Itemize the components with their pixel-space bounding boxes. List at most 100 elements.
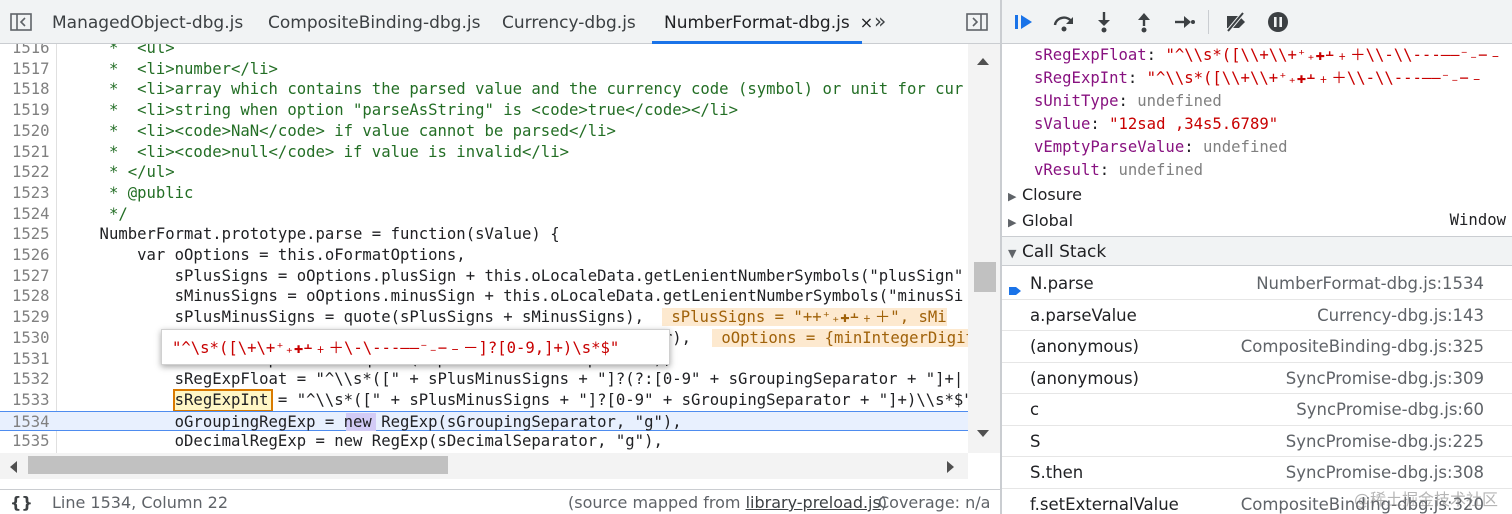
scope-global[interactable]: ▶ Global Window bbox=[1008, 211, 1506, 230]
call-frame[interactable]: c SyncPromise-dbg.js:60 bbox=[1002, 394, 1512, 426]
line-number[interactable]: 1521 bbox=[0, 142, 56, 163]
step-into-icon[interactable] bbox=[1092, 10, 1116, 34]
code-text: oGroupingRegExp = new RegExp(sGroupingSe… bbox=[62, 412, 682, 431]
line-number[interactable]: 1535 bbox=[0, 431, 56, 452]
deactivate-breakpoints-icon[interactable] bbox=[1224, 10, 1248, 34]
code-text: */ bbox=[62, 204, 128, 223]
step-icon[interactable] bbox=[1172, 10, 1196, 34]
line-number[interactable]: 1523 bbox=[0, 183, 56, 204]
line-number[interactable]: 1520 bbox=[0, 121, 56, 142]
line-number[interactable]: 1527 bbox=[0, 266, 56, 287]
frame-function: (anonymous) bbox=[1030, 368, 1139, 388]
line-number[interactable]: 1524 bbox=[0, 204, 56, 225]
line-number[interactable]: 1528 bbox=[0, 286, 56, 307]
var-name: sValue bbox=[1034, 115, 1091, 133]
code-line[interactable]: 1523 * @public bbox=[0, 183, 968, 204]
collapse-triangle-icon: ▼ bbox=[1008, 247, 1017, 260]
step-over-icon[interactable] bbox=[1052, 10, 1076, 34]
vertical-scroll-thumb[interactable] bbox=[974, 262, 996, 292]
scope-var[interactable]: vResult: undefined bbox=[1034, 159, 1512, 182]
var-name: vEmptyParseValue bbox=[1034, 138, 1185, 156]
code-line[interactable]: 1527 sPlusSigns = oOptions.plusSign + th… bbox=[0, 266, 968, 287]
code-line[interactable]: 1535 oDecimalRegExp = new RegExp(sDecima… bbox=[0, 431, 968, 452]
pretty-print-icon[interactable]: {} bbox=[10, 490, 33, 514]
line-number[interactable]: 1531 bbox=[0, 349, 56, 370]
frame-location[interactable]: Currency-dbg.js:143 bbox=[1317, 300, 1484, 332]
frame-function: a.parseValue bbox=[1030, 305, 1137, 325]
code-line[interactable]: 1517 * <li>number</li> bbox=[0, 59, 968, 80]
scope-closure[interactable]: ▶ Closure bbox=[1008, 185, 1082, 204]
call-frame[interactable]: S SyncPromise-dbg.js:225 bbox=[1002, 426, 1512, 458]
frame-location[interactable]: SyncPromise-dbg.js:308 bbox=[1286, 457, 1484, 489]
status-bar: {} Line 1534, Column 22 (source mapped f… bbox=[0, 489, 1000, 514]
code-line[interactable]: 1528 sMinusSigns = oOptions.minusSign + … bbox=[0, 286, 968, 307]
scroll-up-icon[interactable] bbox=[976, 56, 990, 66]
code-line[interactable]: 1534 oGroupingRegExp = new RegExp(sGroup… bbox=[0, 410, 968, 433]
call-frame[interactable]: a.parseValue Currency-dbg.js:143 bbox=[1002, 300, 1512, 332]
code-line[interactable]: 1529 sPlusMinusSigns = quote(sPlusSigns … bbox=[0, 307, 968, 328]
scope-var[interactable]: sRegExpInt: "^\\s*([\\+\\+⁺₊✚﬩﹢＋\\-\\-‐‑… bbox=[1034, 67, 1512, 90]
resume-icon[interactable] bbox=[1012, 10, 1036, 34]
code-line[interactable]: 1516 * <ul> bbox=[0, 44, 968, 59]
frame-function: S bbox=[1030, 431, 1041, 451]
line-number[interactable]: 1534 bbox=[0, 412, 56, 433]
line-number[interactable]: 1529 bbox=[0, 307, 56, 328]
step-out-icon[interactable] bbox=[1132, 10, 1156, 34]
toggle-navigator-icon[interactable] bbox=[10, 12, 32, 32]
scope-var[interactable]: sRegExpFloat: "^\\s*([\\+\\+⁺₊✚﬩﹢＋\\-\\-… bbox=[1034, 44, 1512, 67]
tab-numberformat[interactable]: NumberFormat-dbg.js × bbox=[652, 0, 873, 44]
horizontal-scroll-thumb[interactable] bbox=[28, 456, 448, 474]
vertical-scrollbar[interactable] bbox=[968, 44, 1000, 453]
code-text: * <li>string when option "parseAsString"… bbox=[62, 101, 738, 120]
line-number[interactable]: 1530 bbox=[0, 328, 56, 349]
code-line[interactable]: 1520 * <li><code>NaN</code> if value can… bbox=[0, 121, 968, 142]
line-number[interactable]: 1518 bbox=[0, 79, 56, 100]
code-line[interactable]: 1522 * </ul> bbox=[0, 162, 968, 183]
line-number[interactable]: 1522 bbox=[0, 162, 56, 183]
scroll-left-icon[interactable] bbox=[8, 460, 18, 474]
source-map-link[interactable]: library-preload.js bbox=[746, 493, 881, 512]
code-line[interactable]: 1519 * <li>string when option "parseAsSt… bbox=[0, 100, 968, 121]
call-stack-header[interactable]: ▼ Call Stack bbox=[1002, 236, 1512, 266]
line-number[interactable]: 1519 bbox=[0, 100, 56, 121]
code-line[interactable]: 1532 sRegExpFloat = "^\\s*([" + sPlusMin… bbox=[0, 369, 968, 390]
code-line[interactable]: 1524 */ bbox=[0, 204, 968, 225]
tab-compositebinding[interactable]: CompositeBinding-dbg.js bbox=[268, 0, 480, 44]
call-frame[interactable]: N.parse NumberFormat-dbg.js:1534 bbox=[1002, 268, 1512, 300]
line-number[interactable]: 1525 bbox=[0, 224, 56, 245]
line-number[interactable]: 1526 bbox=[0, 245, 56, 266]
scope-var[interactable]: sValue: "12sad ,34s5.6789" bbox=[1034, 113, 1512, 136]
code-line[interactable]: 1521 * <li><code>null</code> if value is… bbox=[0, 142, 968, 163]
tab-currency[interactable]: Currency-dbg.js bbox=[502, 0, 636, 44]
pause-on-exceptions-icon[interactable] bbox=[1266, 10, 1290, 34]
code-editor[interactable]: 1516 * <ul> 1517 * <li>number</li> 1518 * … bbox=[0, 44, 968, 453]
frame-location[interactable]: SyncPromise-dbg.js:309 bbox=[1286, 363, 1484, 395]
code-line[interactable]: 1518 * <li>array which contains the pars… bbox=[0, 79, 968, 100]
frame-location[interactable]: SyncPromise-dbg.js:225 bbox=[1286, 426, 1484, 458]
line-number[interactable]: 1517 bbox=[0, 59, 56, 80]
line-number[interactable]: 1516 bbox=[0, 44, 56, 59]
source-map-info: (source mapped from library-preload.js) bbox=[568, 490, 887, 514]
line-number[interactable]: 1533 bbox=[0, 390, 56, 411]
tab-managedobject[interactable]: ManagedObject-dbg.js bbox=[52, 0, 243, 44]
frame-location[interactable]: NumberFormat-dbg.js:1534 bbox=[1256, 268, 1484, 300]
code-line[interactable]: 1525 NumberFormat.prototype.parse = func… bbox=[0, 224, 968, 245]
call-frame[interactable]: (anonymous) SyncPromise-dbg.js:309 bbox=[1002, 363, 1512, 395]
code-text: * </ul> bbox=[62, 163, 175, 182]
more-tabs-icon[interactable]: » bbox=[874, 0, 886, 44]
call-frame[interactable]: S.then SyncPromise-dbg.js:308 bbox=[1002, 457, 1512, 489]
scope-var[interactable]: vEmptyParseValue: undefined bbox=[1034, 136, 1512, 159]
code-text: NumberFormat.prototype.parse = function(… bbox=[62, 225, 560, 244]
code-line[interactable]: 1533 sRegExpInt = "^\\s*([" + sPlusMinus… bbox=[0, 388, 968, 412]
frame-location[interactable]: CompositeBinding-dbg.js:325 bbox=[1241, 331, 1484, 363]
scope-var[interactable]: sUnitType: undefined bbox=[1034, 90, 1512, 113]
close-icon[interactable]: × bbox=[860, 13, 873, 32]
scroll-down-icon[interactable] bbox=[976, 429, 990, 439]
code-text: var oOptions = this.oFormatOptions, bbox=[62, 246, 466, 264]
frame-location[interactable]: SyncPromise-dbg.js:60 bbox=[1296, 394, 1484, 426]
call-frame[interactable]: (anonymous) CompositeBinding-dbg.js:325 bbox=[1002, 331, 1512, 363]
scroll-right-icon[interactable] bbox=[946, 460, 956, 474]
code-line[interactable]: 1526 var oOptions = this.oFormatOptions, bbox=[0, 245, 968, 266]
line-number[interactable]: 1532 bbox=[0, 369, 56, 390]
toggle-debugger-icon[interactable] bbox=[966, 12, 988, 32]
